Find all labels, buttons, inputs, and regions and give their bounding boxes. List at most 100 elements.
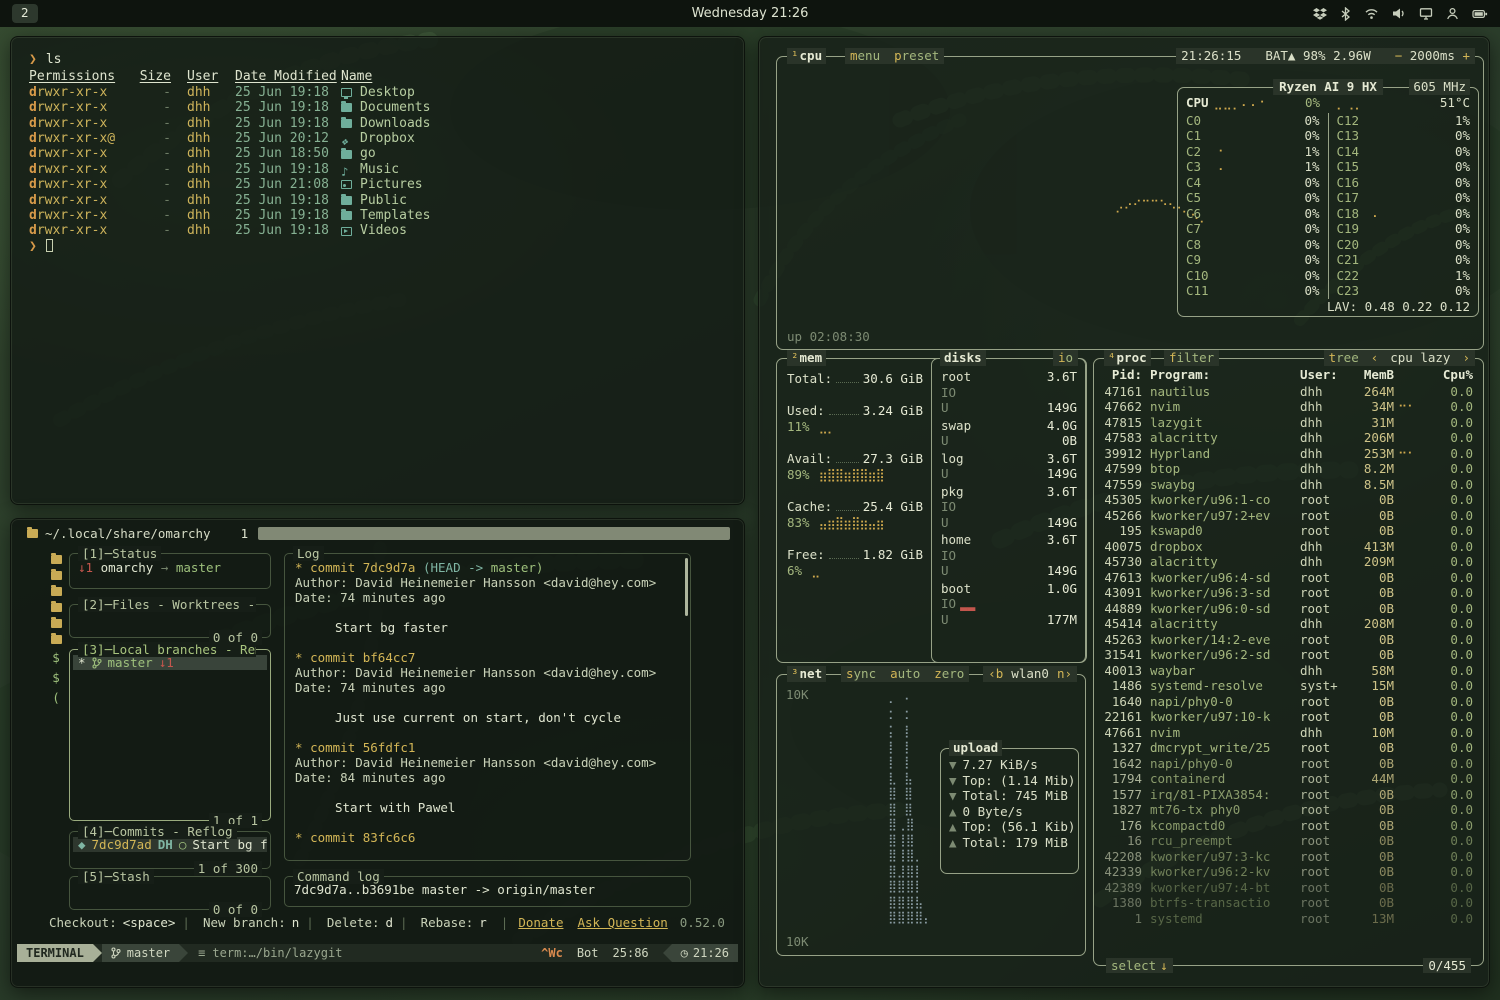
cwd-path[interactable]: ~/.local/share/omarchy xyxy=(21,526,217,541)
process-row[interactable]: 40013 waybar dhh 58M 0.0 xyxy=(1104,663,1473,679)
branch-row[interactable]: * master ↓1 xyxy=(73,655,267,670)
process-row[interactable]: 45305 kworker/u96:1-co root 0B 0.0 xyxy=(1104,492,1473,508)
process-row[interactable]: 47613 kworker/u96:4-sd root 0B 0.0 xyxy=(1104,570,1473,586)
next-interface-button[interactable]: n› xyxy=(1057,666,1072,682)
donate-link[interactable]: Donate xyxy=(501,915,564,930)
tree-toggle[interactable]: tree xyxy=(1329,350,1359,366)
commits-panel[interactable]: [4]─Commits - Reflog ◆ 7dc9d7ad DH ○ Sta… xyxy=(69,831,271,869)
process-row[interactable]: 45266 kworker/u97:2+ev root 0B 0.0 xyxy=(1104,508,1473,524)
cpu-box-title[interactable]: ¹cpu xyxy=(787,48,826,64)
buffer-number[interactable]: 1 xyxy=(241,526,249,541)
folder-icon[interactable] xyxy=(51,619,62,628)
net-box-title[interactable]: ³net xyxy=(787,666,826,682)
net-box[interactable]: ³net sync auto zero ‹b wlan0 n› 10K 10K … xyxy=(776,674,1086,956)
refresh-plus-button[interactable]: + xyxy=(1462,48,1470,63)
dropbox-icon[interactable] xyxy=(1313,7,1327,21)
process-row[interactable]: 45730 alacritty dhh 209M 0.0 xyxy=(1104,554,1473,570)
sync-toggle[interactable]: sync xyxy=(846,666,876,682)
btop-window[interactable]: ¹cpu menu preset 21:26:15 BAT▲ 98% 2.96W… xyxy=(758,36,1490,988)
process-row[interactable]: 42208 kworker/u97:3-kc root 0B 0.0 xyxy=(1104,849,1473,865)
process-row[interactable]: 39912 Hyprland dhh 253M ⠒⠂ 0.0 xyxy=(1104,446,1473,462)
wifi-icon[interactable] xyxy=(1364,7,1379,20)
log-scrollbar[interactable] xyxy=(685,558,688,616)
log-commit-entry[interactable]: * commit 7dc9d7a (HEAD -> master) Author… xyxy=(295,560,680,635)
proc-box-title[interactable]: ⁴proc xyxy=(1104,350,1151,366)
cpu-box[interactable]: ¹cpu menu preset 21:26:15 BAT▲ 98% 2.96W… xyxy=(776,56,1484,350)
folder-icon[interactable] xyxy=(51,603,62,612)
process-row[interactable]: 47161 nautilus dhh 264M 0.0 xyxy=(1104,384,1473,400)
process-row[interactable]: 195 kswapd0 root 0B 0.0 xyxy=(1104,523,1473,539)
process-row[interactable]: 1577 irq/81-PIXA3854: root 0B 0.0 xyxy=(1104,787,1473,803)
process-row[interactable]: 176 kcompactd0 root 0B 0.0 xyxy=(1104,818,1473,834)
filter-button[interactable]: filter xyxy=(1169,350,1214,366)
process-row[interactable]: 47662 nvim dhh 34M ⠒⠂ 0.0 xyxy=(1104,399,1473,415)
folder-icon[interactable] xyxy=(51,587,62,596)
process-row[interactable]: 45414 alacritty dhh 208M 0.0 xyxy=(1104,616,1473,632)
folder-icon[interactable] xyxy=(51,635,62,644)
command-log-line: 7dc9d7a..b3691be master -> origin/master xyxy=(294,882,595,897)
clock[interactable]: Wednesday 21:26 xyxy=(692,6,809,21)
process-row[interactable]: 42389 kworker/u97:4-bt root 0B 0.0 xyxy=(1104,880,1473,896)
process-row[interactable]: 1640 napi/phy0-0 root 0B 0.0 xyxy=(1104,694,1473,710)
arrow: → xyxy=(161,560,169,575)
process-row[interactable]: 16 rcu_preempt root 0B 0.0 xyxy=(1104,833,1473,849)
log-commit-entry[interactable]: * commit 56fdfc1 Author: David Heinemeie… xyxy=(295,740,680,815)
disks-box[interactable]: disks io root3.6T IO U149G swap4.0G U0B xyxy=(931,358,1087,663)
process-row[interactable]: 1 systemd root 13M 0.0 xyxy=(1104,911,1473,927)
branches-panel[interactable]: [3]─Local branches - Remo * master ↓1 1 … xyxy=(69,649,271,821)
battery-icon[interactable] xyxy=(1472,8,1488,20)
preset-button[interactable]: preset xyxy=(894,48,939,64)
filetree-sidebar[interactable]: $ $ ( xyxy=(45,555,67,704)
ask-question-link[interactable]: Ask Question xyxy=(577,915,667,930)
proc-box[interactable]: ⁴proc filter tree ‹ cpu lazy › Pid: Prog… xyxy=(1093,358,1484,966)
buffer-segment[interactable]: ≡ term:…/bin/lazygit xyxy=(188,944,352,962)
process-row[interactable]: 47661 nvim dhh 10M 0.0 xyxy=(1104,725,1473,741)
select-hint[interactable]: select↓ xyxy=(1106,958,1173,974)
process-row[interactable]: 47599 btop dhh 8.2M 0.0 xyxy=(1104,461,1473,477)
lazygit-window[interactable]: ~/.local/share/omarchy 1 $ $ ( [1]─Statu… xyxy=(10,518,745,988)
prev-interface-button[interactable]: ‹b xyxy=(988,666,1003,682)
log-commit-entry[interactable]: * commit 83fc6c6 xyxy=(295,830,680,845)
process-row[interactable]: 31541 kworker/u96:2-sd root 0B 0.0 xyxy=(1104,647,1473,663)
process-row[interactable]: 47815 lazygit dhh 31M 0.0 xyxy=(1104,415,1473,431)
process-row[interactable]: 47583 alacritty dhh 206M 0.0 xyxy=(1104,430,1473,446)
disks-io-toggle[interactable]: io xyxy=(1053,350,1078,366)
stash-panel[interactable]: [5]─Stash 0 of 0 xyxy=(69,876,271,910)
process-row[interactable]: 43091 kworker/u96:3-sd root 0B 0.0 xyxy=(1104,585,1473,601)
sort-next-button[interactable]: › xyxy=(1462,350,1470,366)
log-commit-entry[interactable]: * commit bf64cc7 Author: David Heinemeie… xyxy=(295,650,680,725)
process-row[interactable]: 1380 btrfs-transactio root 0B 0.0 xyxy=(1104,895,1473,911)
process-row[interactable]: 42339 kworker/u96:2-kv root 0B 0.0 xyxy=(1104,864,1473,880)
bluetooth-icon[interactable] xyxy=(1340,7,1351,21)
process-row[interactable]: 40075 dropbox dhh 413M 0.0 xyxy=(1104,539,1473,555)
process-row[interactable]: 47559 swaybg dhh 8.5M 0.0 xyxy=(1104,477,1473,493)
volume-icon[interactable] xyxy=(1392,7,1406,20)
process-row[interactable]: 44889 kworker/u96:0-sd root 0B 0.0 xyxy=(1104,601,1473,617)
process-row[interactable]: 1486 systemd-resolve syst+ 15M 0.0 xyxy=(1104,678,1473,694)
process-row[interactable]: 1827 mt76-tx phy0 root 0B 0.0 xyxy=(1104,802,1473,818)
display-icon[interactable] xyxy=(1419,7,1433,20)
commit-row[interactable]: ◆ 7dc9d7ad DH ○ Start bg fa xyxy=(73,837,267,852)
workspace-indicator[interactable]: 2 xyxy=(12,4,38,23)
status-panel[interactable]: [1]─Status ↓1 omarchy → master xyxy=(69,553,271,589)
process-row[interactable]: 1794 containerd root 44M 0.0 xyxy=(1104,771,1473,787)
mem-box-title[interactable]: ²mem xyxy=(787,350,826,366)
account-icon[interactable] xyxy=(1446,7,1459,20)
folder-icon[interactable] xyxy=(51,571,62,580)
terminal-window[interactable]: ❯ls Permissions Size User Date Modified … xyxy=(10,36,745,505)
log-panel[interactable]: Log * commit 7dc9d7a (HEAD -> master) Au… xyxy=(284,553,691,861)
zero-toggle[interactable]: zero xyxy=(934,666,964,682)
process-row[interactable]: 45263 kworker/14:2-eve root 0B 0.0 xyxy=(1104,632,1473,648)
mem-box[interactable]: ²mem Total:30.6 GiB Used:3.24 GiB 11%⣀⡀ … xyxy=(776,358,1086,663)
branch-segment[interactable]: master xyxy=(102,944,179,962)
refresh-minus-button[interactable]: − xyxy=(1395,48,1403,63)
sort-prev-button[interactable]: ‹ xyxy=(1371,350,1379,366)
process-row[interactable]: 1642 napi/phy0-0 root 0B 0.0 xyxy=(1104,756,1473,772)
files-panel[interactable]: [2]─Files - Worktrees - S 0 of 0 xyxy=(69,604,271,638)
command-log-panel[interactable]: Command log 7dc9d7a..b3691be master -> o… xyxy=(284,876,691,907)
process-row[interactable]: 1327 dmcrypt_write/25 root 0B 0.0 xyxy=(1104,740,1473,756)
folder-icon[interactable] xyxy=(51,555,62,564)
menu-button[interactable]: menu xyxy=(850,48,880,64)
auto-toggle[interactable]: auto xyxy=(890,666,920,682)
process-row[interactable]: 22161 kworker/u97:10-k root 0B 0.0 xyxy=(1104,709,1473,725)
